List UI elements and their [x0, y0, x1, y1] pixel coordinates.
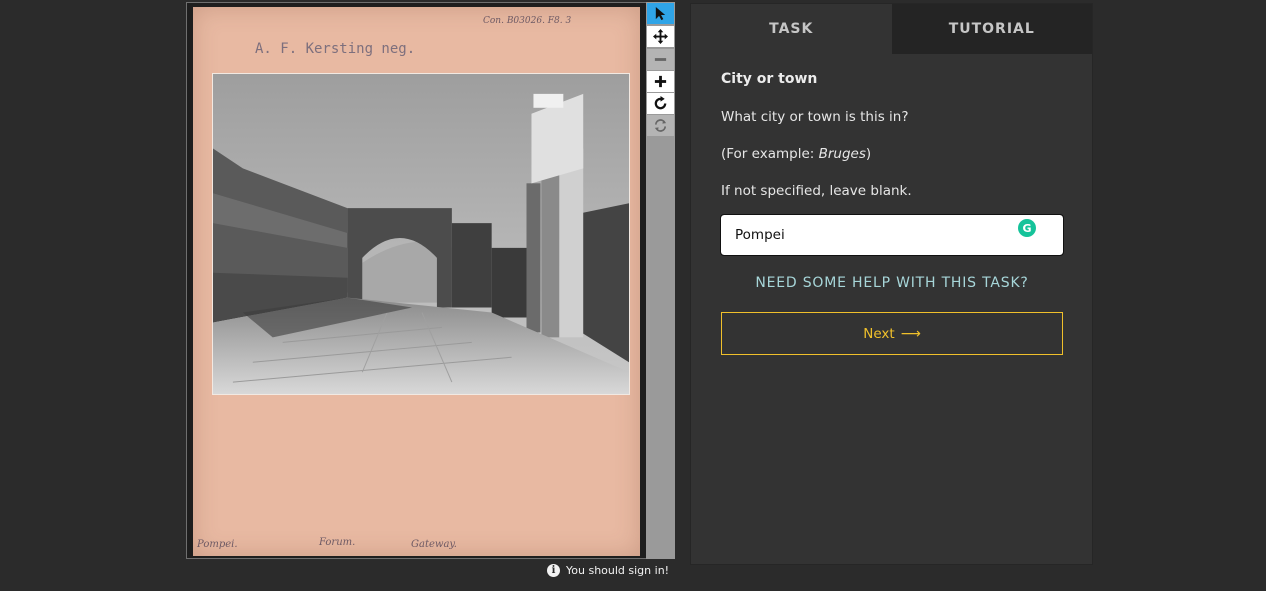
tab-task[interactable]: TASK — [691, 4, 892, 54]
archive-card: Con. B03026. F8. 3 A. F. Kersting neg. P… — [193, 7, 640, 556]
tab-tutorial[interactable]: TUTORIAL — [891, 4, 1092, 54]
card-stamp: A. F. Kersting neg. — [255, 41, 416, 57]
caption-place: Pompei. — [197, 539, 238, 550]
signin-text: You should sign in! — [566, 563, 670, 577]
example-value: Bruges — [818, 146, 866, 162]
reset-view-button[interactable] — [647, 115, 674, 136]
move-arrows-icon — [653, 29, 668, 44]
caption-site: Forum. — [319, 537, 356, 548]
rotate-icon — [654, 96, 667, 110]
move-tool-button[interactable] — [647, 26, 674, 47]
plus-icon — [654, 75, 667, 88]
signin-notice: i You should sign in! — [547, 562, 669, 578]
cursor-arrow-icon — [655, 6, 666, 21]
viewer-toolbar — [646, 2, 675, 559]
question-text: What city or town is this in? — [721, 109, 909, 125]
subject-photo — [212, 73, 630, 395]
pointer-tool-button[interactable] — [647, 3, 674, 24]
answer-field-wrapper: G — [720, 214, 1064, 256]
subject-viewer[interactable]: Con. B03026. F8. 3 A. F. Kersting neg. P… — [186, 2, 647, 559]
grammarly-icon[interactable]: G — [1018, 219, 1036, 237]
rotate-button[interactable] — [647, 93, 674, 114]
next-button[interactable]: Next ⟶ — [721, 312, 1063, 355]
task-panel: TASK TUTORIAL City or town What city or … — [690, 3, 1093, 565]
question-hint: If not specified, leave blank. — [721, 183, 912, 199]
question-title: City or town — [721, 71, 818, 87]
city-answer-input[interactable] — [720, 214, 1064, 256]
task-body: City or town What city or town is this i… — [691, 54, 1092, 355]
minus-icon — [654, 58, 667, 61]
example-prefix: (For example: — [721, 146, 819, 162]
caption-subject: Gateway. — [411, 539, 457, 550]
help-link[interactable]: NEED SOME HELP WITH THIS TASK? — [721, 275, 1063, 291]
example-suffix: ) — [865, 146, 872, 162]
refresh-icon — [654, 119, 667, 132]
info-icon: i — [547, 563, 560, 577]
card-reference-note: Con. B03026. F8. 3 — [483, 16, 572, 26]
question-example: (For example: Bruges) — [721, 146, 1062, 162]
arrow-right-icon: ⟶ — [900, 325, 921, 342]
panel-tabs: TASK TUTORIAL — [691, 4, 1092, 54]
zoom-in-button[interactable] — [647, 71, 674, 92]
next-label: Next — [863, 325, 895, 342]
zoom-out-button[interactable] — [647, 49, 674, 70]
